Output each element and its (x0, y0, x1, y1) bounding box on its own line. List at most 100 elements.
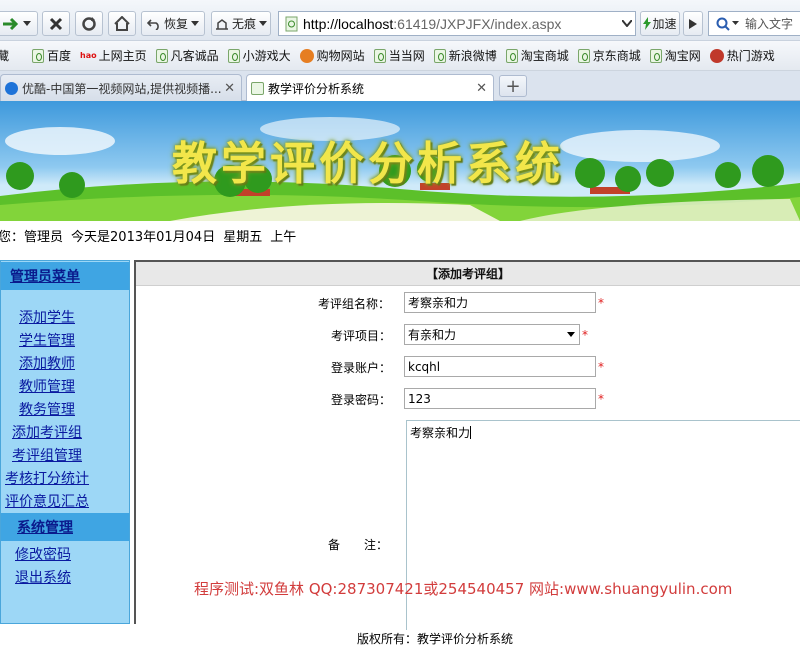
menu-item-teacher-management[interactable]: 教师管理 (19, 376, 75, 396)
chevron-down-icon (622, 20, 632, 27)
favorite-item[interactable]: 京东商城 (577, 47, 641, 64)
menu-item-change-password[interactable]: 修改密码 (15, 544, 71, 564)
system-menu-title[interactable]: 系统管理 (17, 517, 73, 537)
copyright-footer: 版权所有：教学评价分析系统 (356, 632, 513, 646)
favorite-label: 上网主页 (98, 49, 147, 63)
restore-button[interactable]: 恢复 (141, 11, 205, 36)
url-dropdown-button[interactable] (617, 11, 637, 36)
greeting-weekday: 星期五 (223, 229, 263, 245)
required-mark: * (598, 296, 604, 310)
tab-teaching-evaluation[interactable]: 教学评价分析系统 ✕ (246, 74, 494, 102)
menu-item-add-teacher[interactable]: 添加教师 (19, 353, 75, 373)
favorite-label: 凡客诚品 (170, 49, 219, 63)
name-label: 考评组名称： (318, 297, 391, 311)
favorite-item[interactable]: 新浪微博 (433, 47, 497, 64)
greeting-date: 今天是2013年01月04日 (71, 229, 216, 245)
refresh-button[interactable] (75, 11, 103, 36)
url-text: http://localhost:61419/JXPJFX/index.aspx (303, 15, 562, 32)
home-icon (114, 16, 130, 31)
page-icon (32, 48, 45, 63)
favorite-item[interactable]: 小游戏大 (227, 47, 291, 64)
watermark-text: 程序测试:双鱼林 QQ:287307421或254540457 网站:www.s… (194, 580, 733, 598)
search-icon (716, 17, 730, 31)
new-tab-button[interactable]: + (499, 75, 527, 97)
traceless-label: 无痕 (231, 17, 256, 31)
menu-item-add-eval-group[interactable]: 添加考评组 (12, 422, 82, 442)
forward-arrow-icon (3, 17, 19, 30)
page-icon (505, 48, 518, 63)
required-mark: * (598, 360, 604, 374)
address-bar[interactable]: http://localhost:61419/JXPJFX/index.aspx (278, 11, 636, 36)
favorite-item[interactable]: 购物网站 (299, 47, 365, 64)
browser-toolbar: 恢复 无痕 http://localhost:61419/JXPJFX/inde… (0, 0, 800, 41)
menu-item-opinion-summary[interactable]: 评价意见汇总 (5, 491, 89, 511)
favorite-label: 淘宝商城 (520, 49, 569, 63)
menu-item-academic-management[interactable]: 教务管理 (19, 399, 75, 419)
close-icon[interactable]: ✕ (224, 81, 235, 96)
favorite-label: 藏 (0, 47, 9, 64)
tab-title: 教学评价分析系统 (268, 82, 365, 96)
play-icon (689, 18, 697, 29)
favorite-label: 小游戏大 (242, 49, 291, 63)
close-icon (49, 17, 63, 30)
chevron-down-icon (732, 21, 739, 25)
required-mark: * (598, 392, 604, 406)
add-eval-group-panel: 【添加考评组】 考评组名称： 考察亲和力 * 考评项目： 有亲和力 * 登录账户… (134, 260, 800, 630)
favorite-item[interactable]: 当当网 (373, 47, 425, 64)
home-button[interactable] (108, 11, 136, 36)
required-mark: * (582, 328, 588, 342)
menu-item-add-student[interactable]: 添加学生 (19, 307, 75, 327)
menu-item-logout[interactable]: 退出系统 (15, 567, 71, 587)
favorite-item[interactable]: hao 上网主页 (80, 47, 147, 64)
chevron-down-icon (191, 20, 199, 26)
favorite-item[interactable]: 热门游戏 (709, 47, 775, 64)
favorite-label: 淘宝网 (664, 49, 701, 63)
forward-button[interactable] (0, 11, 38, 36)
menu-item-score-statistics[interactable]: 考核打分统计 (5, 468, 89, 488)
panel-title: 【添加考评组】 (136, 262, 800, 286)
group-name-input[interactable]: 考察亲和力 (404, 292, 596, 313)
favorite-item[interactable]: 淘宝网 (649, 47, 701, 64)
stop-button[interactable] (42, 11, 70, 36)
favorite-item[interactable]: 百度 (32, 47, 71, 64)
page-icon (285, 16, 298, 31)
text-caret (470, 426, 472, 439)
tab-title: 优酷-中国第一视频网站,提供视频播... (22, 81, 222, 96)
banner-title: 教学评价分析系统 (172, 137, 565, 190)
favorite-label: 新浪微博 (448, 49, 497, 63)
login-password-input[interactable]: 123 (404, 388, 596, 409)
favorite-item[interactable]: 凡客诚品 (155, 47, 219, 64)
restore-label: 恢复 (163, 17, 188, 31)
site-banner: 教学评价分析系统 (0, 101, 800, 221)
search-box[interactable]: 输入文字 (708, 11, 800, 36)
close-icon[interactable]: ✕ (476, 81, 487, 96)
tab-bar: 优酷-中国第一视频网站,提供视频播... ✕ 教学评价分析系统 ✕ (0, 71, 800, 102)
admin-menu-title[interactable]: 管理员菜单 (10, 266, 80, 286)
favorite-label: 当当网 (388, 49, 425, 63)
chevron-down-icon (23, 20, 31, 26)
favorite-label: 京东商城 (592, 49, 641, 63)
favorite-item[interactable]: 淘宝商城 (505, 47, 569, 64)
chevron-down-icon (259, 20, 267, 26)
greeting-user: 管理员 (24, 229, 64, 245)
traceless-button[interactable]: 无痕 (211, 11, 271, 36)
go-button[interactable] (683, 11, 703, 36)
password-label: 登录密码： (331, 393, 392, 407)
selected-project: 有亲和力 (408, 328, 457, 342)
hao-icon: hao (80, 51, 97, 60)
tab-youku[interactable]: 优酷-中国第一视频网站,提供视频播... ✕ (0, 74, 242, 101)
login-account-input[interactable]: kcqhl (404, 356, 596, 377)
shop-icon (299, 48, 314, 63)
page-icon (155, 48, 168, 63)
favorite-item[interactable]: 藏 (0, 47, 9, 64)
greeting-period: 上午 (270, 229, 297, 245)
menu-header-admin: 管理员菜单 (1, 262, 129, 290)
search-placeholder: 输入文字 (745, 17, 794, 31)
eval-project-select[interactable]: 有亲和力 (404, 324, 580, 345)
lightning-icon (643, 17, 652, 30)
accelerate-button[interactable]: 加速 (640, 11, 680, 36)
traceless-icon (215, 18, 228, 30)
menu-item-eval-group-management[interactable]: 考评组管理 (12, 445, 82, 465)
page-icon (649, 48, 662, 63)
menu-item-student-management[interactable]: 学生管理 (19, 330, 75, 350)
